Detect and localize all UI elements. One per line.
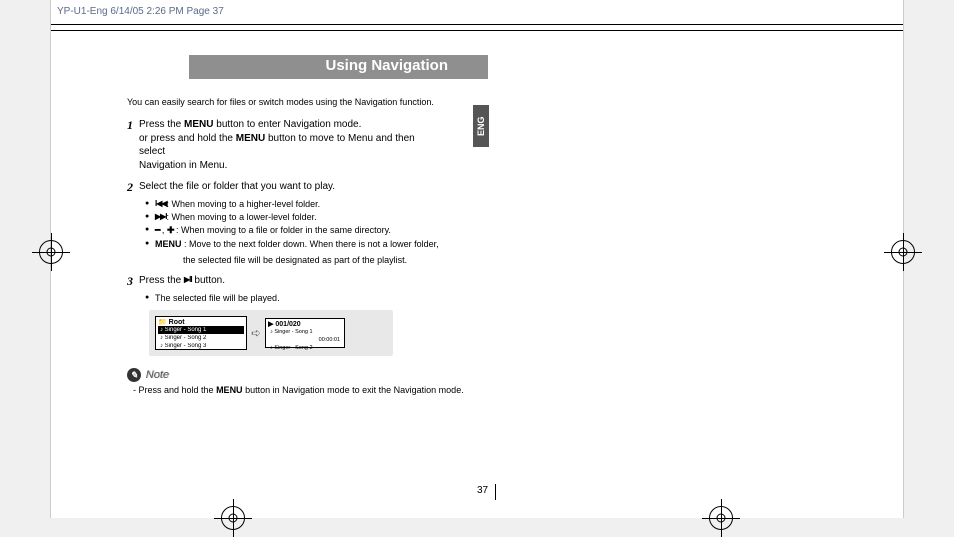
step-1: 1 Press the MENU button to enter Navigat… [127, 118, 443, 172]
lcd-row: ♪ Singer - Song 2 [268, 344, 342, 352]
lcd-root: 📁 Root ♪ Singer - Song 1 ♪ Singer - Song… [155, 316, 247, 350]
bullet-played: The selected file will be played. [145, 292, 443, 304]
bullet-minus-plus: , : When moving to a file or folder in t… [145, 224, 443, 237]
bullet-rewind: : When moving to a higher-level folder. [145, 198, 443, 210]
intro-text: You can easily search for files or switc… [127, 96, 443, 108]
lcd-row: ♪ Singer - Song 3 [158, 342, 244, 350]
page-number: 37 [477, 485, 488, 496]
content-area: You can easily search for files or switc… [127, 96, 443, 312]
step-2-bullets: : When moving to a higher-level folder. … [145, 198, 443, 250]
lcd-row: ♪ Singer - Song 1 [268, 328, 342, 336]
lcd-playing: ▶ 001/020 ♪ Singer - Song 1 00:00:01 ♪ S… [265, 318, 345, 348]
lcd-time: 00:00:01 [268, 336, 342, 344]
note-label: Note [146, 369, 169, 381]
registration-mark-icon [39, 240, 63, 264]
lcd-playing-header: ▶ 001/020 [268, 320, 342, 328]
step-2: 2 Select the file or folder that you wan… [127, 180, 443, 266]
top-rule [51, 30, 903, 31]
section-title-bar: Using Navigation [189, 55, 488, 79]
registration-mark-icon [221, 506, 245, 530]
step-3-text: Press the button. [139, 275, 225, 286]
step-number: 3 [127, 273, 133, 289]
manual-page: YP-U1-Eng 6/14/05 2:26 PM Page 37 Using … [50, 0, 904, 518]
crop-mark-header: YP-U1-Eng 6/14/05 2:26 PM Page 37 [51, 4, 230, 19]
step-number: 1 [127, 117, 133, 133]
lcd-screenshots: 📁 Root ♪ Singer - Song 1 ♪ Singer - Song… [149, 310, 393, 356]
page-number-rule [495, 484, 496, 500]
lcd-root-header: 📁 Root [158, 318, 244, 326]
bullet-menu: MENU : Move to the next folder down. Whe… [145, 238, 443, 250]
step-2-text: Select the file or folder that you want … [139, 181, 335, 192]
step-1-text: Press the MENU button to enter Navigatio… [139, 119, 415, 171]
note-icon: ✎ [127, 368, 141, 382]
step-3-bullets: The selected file will be played. [145, 292, 443, 304]
note-text: - Press and hold the MENU button in Navi… [133, 385, 464, 395]
rewind-icon [155, 199, 167, 210]
lcd-row-selected: ♪ Singer - Song 1 [158, 326, 244, 334]
forward-icon [155, 212, 167, 223]
bullet-menu-sub: the selected file will be designated as … [139, 254, 443, 266]
registration-mark-icon [891, 240, 915, 264]
play-pause-icon [184, 275, 192, 286]
bullet-forward: : When moving to a lower-level folder. [145, 211, 443, 223]
arrow-icon: ➪ [251, 326, 261, 340]
language-tab: ENG [473, 105, 489, 147]
step-number: 2 [127, 179, 133, 195]
note-section: ✎ Note - Press and hold the MENU button … [127, 368, 464, 395]
registration-mark-icon [709, 506, 733, 530]
section-title: Using Navigation [325, 57, 448, 74]
step-3: 3 Press the button. The selected file wi… [127, 274, 443, 304]
lcd-row: ♪ Singer - Song 2 [158, 334, 244, 342]
